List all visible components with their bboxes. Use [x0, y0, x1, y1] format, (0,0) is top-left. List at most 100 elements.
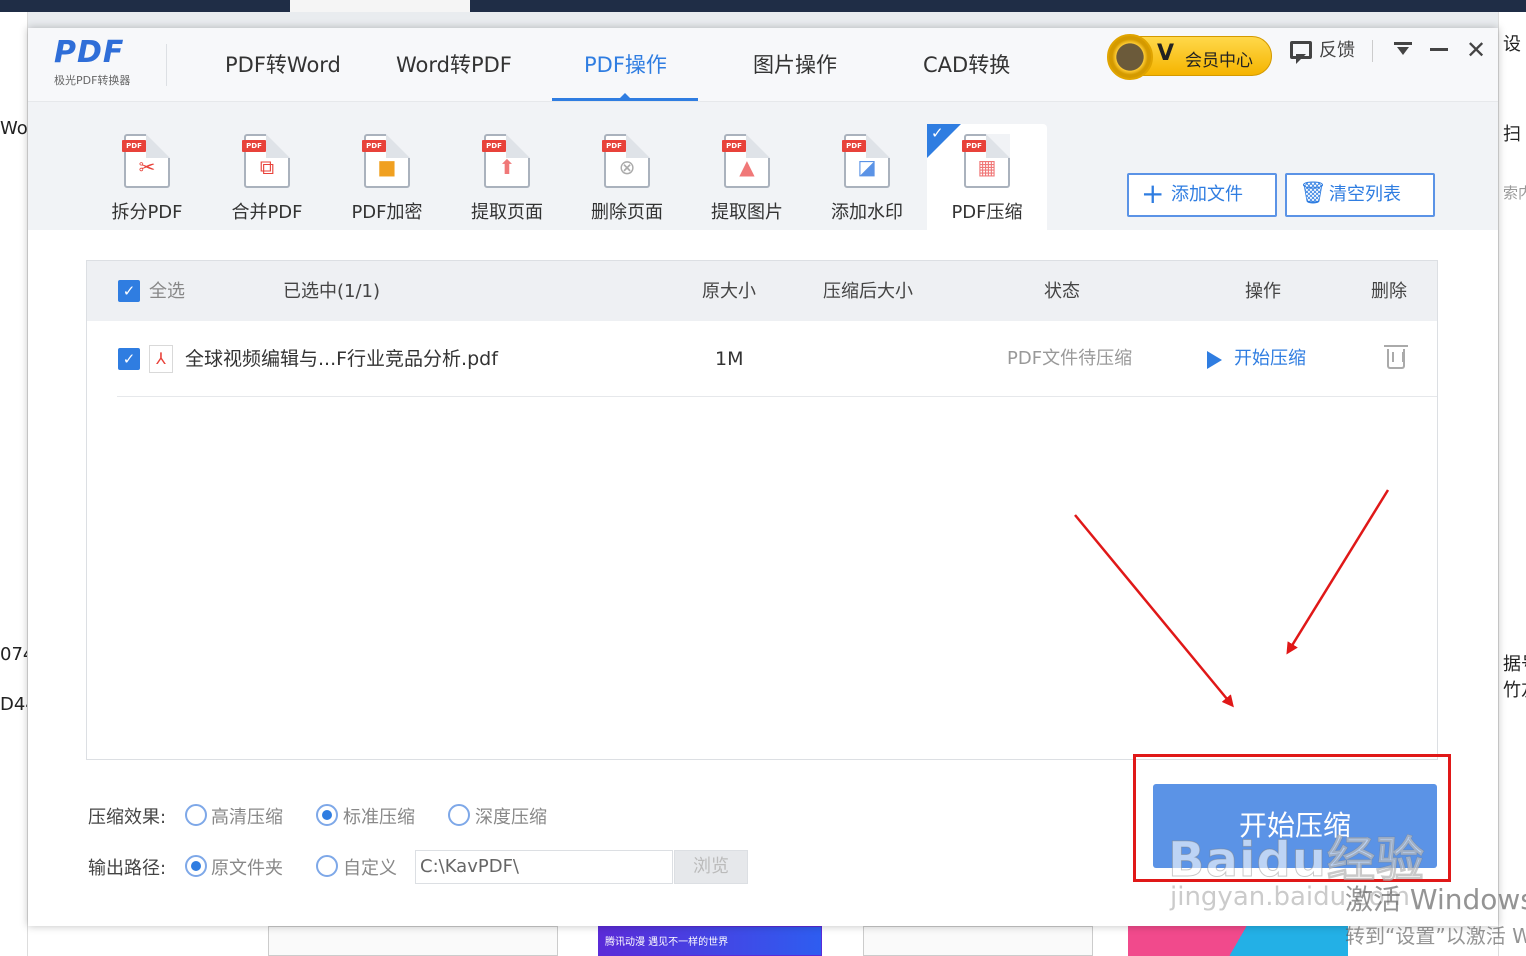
dropdown-menu-icon[interactable]: [1394, 42, 1412, 56]
divider: [1372, 40, 1373, 62]
tool-label: 添加水印: [831, 202, 903, 223]
file-list-panel: ✓ 全选 已选中(1/1) 原大小 压缩后大小 状态 操作 删除 ✓ ⅄ 全球视…: [86, 260, 1438, 760]
close-icon[interactable]: ✕: [1466, 38, 1486, 62]
feedback-icon[interactable]: [1290, 41, 1312, 64]
tool-label: 合并PDF: [231, 202, 303, 223]
background-thumbnail: [1128, 926, 1348, 956]
nav-tab-pdf-operations[interactable]: PDF操作: [584, 28, 667, 102]
logo-text: PDF: [54, 35, 125, 70]
divider: [117, 396, 1437, 397]
background-taskbar: [0, 0, 1526, 12]
output-path-input[interactable]: C:\KavPDF\: [415, 850, 673, 884]
header-bar: PDF 极光PDF转换器 PDF转Word Word转PDF PDF操作 图片操…: [28, 28, 1498, 102]
row-checkbox[interactable]: ✓: [118, 348, 140, 370]
tool-label: PDF加密: [351, 202, 423, 223]
divider: [166, 44, 167, 86]
tool-merge-pdf[interactable]: PDF ⧉ 合并PDF: [207, 124, 327, 230]
background-browser-tab: [290, 0, 470, 12]
file-status: PDF文件待压缩: [1007, 348, 1133, 369]
background-thumbnails: 腾讯动漫 遇见不一样的世界: [28, 926, 1498, 956]
nav-tab-cad-conversion[interactable]: CAD转换: [923, 28, 1010, 102]
column-original-size: 原大小: [702, 281, 756, 302]
background-text: 设: [1503, 34, 1521, 55]
radio-deep-compress[interactable]: [448, 804, 470, 826]
column-status: 状态: [1044, 281, 1080, 302]
table-row: ✓ ⅄ 全球视频编辑与...F行业竞品分析.pdf 1M PDF文件待压缩 开始…: [87, 321, 1437, 397]
split-pdf-icon: PDF ✂: [122, 134, 170, 188]
vip-center-label: 会员中心: [1185, 51, 1253, 71]
tool-delete-pages[interactable]: PDF ⊗ 删除页面: [567, 124, 687, 230]
merge-pdf-icon: PDF ⧉: [242, 134, 290, 188]
highlight-box: [1133, 754, 1451, 882]
column-compressed-size: 压缩后大小: [823, 281, 913, 302]
windows-activation-hint: 转到“设置”以激活 W: [1345, 924, 1526, 948]
output-path-label: 输出路径:: [88, 858, 167, 879]
radio-original-folder[interactable]: [185, 855, 207, 877]
nav-tab-word-to-pdf[interactable]: Word转PDF: [396, 28, 512, 102]
tool-extract-images[interactable]: PDF ▲ 提取图片: [687, 124, 807, 230]
add-file-label: 添加文件: [1171, 184, 1243, 205]
extract-page-icon: PDF ⬆: [482, 134, 530, 188]
windows-activation-title: 激活 Windows: [1345, 883, 1526, 916]
background-text: 扫: [1503, 124, 1521, 145]
background-text: 074: [0, 644, 27, 665]
extract-image-icon: PDF ▲: [722, 134, 770, 188]
trash-icon: 🗑: [1299, 181, 1327, 206]
select-all-checkbox[interactable]: ✓: [118, 280, 140, 302]
delete-row-icon[interactable]: [1384, 345, 1408, 369]
tool-label: 删除页面: [591, 202, 663, 223]
radio-label[interactable]: 深度压缩: [475, 803, 547, 829]
app-window: PDF 极光PDF转换器 PDF转Word Word转PDF PDF操作 图片操…: [28, 28, 1498, 926]
radio-standard-compress[interactable]: [316, 804, 338, 826]
plus-icon: +: [1141, 177, 1165, 210]
background-thumbnail: [863, 926, 1093, 956]
background-text: 竹友: [1503, 680, 1526, 701]
play-icon[interactable]: [1207, 351, 1222, 369]
vip-badge-icon: V: [1157, 41, 1175, 66]
pdf-file-icon: ⅄: [149, 345, 173, 373]
tool-encrypt-pdf[interactable]: PDF ■ PDF加密: [327, 124, 447, 230]
tool-compress-pdf[interactable]: PDF▦ PDF压缩: [927, 124, 1047, 230]
nav-tab-pdf-to-word[interactable]: PDF转Word: [225, 28, 341, 102]
select-all-label[interactable]: 全选: [149, 261, 185, 323]
avatar: [1107, 34, 1153, 80]
background-text: 索内: [1503, 184, 1526, 202]
radio-hd-compress[interactable]: [185, 804, 207, 826]
radio-label[interactable]: 高清压缩: [211, 803, 283, 829]
column-delete: 删除: [1371, 281, 1407, 302]
logo-subtitle: 极光PDF转换器: [54, 74, 131, 87]
background-thumbnail: 腾讯动漫 遇见不一样的世界: [598, 926, 822, 956]
background-text: 据号: [1503, 654, 1526, 675]
background-text: Word: [0, 118, 28, 139]
table-header: ✓ 全选 已选中(1/1) 原大小 压缩后大小 状态 操作 删除: [87, 261, 1437, 321]
vip-center-button[interactable]: V 会员中心: [1107, 34, 1272, 80]
add-file-button[interactable]: + 添加文件: [1127, 173, 1277, 217]
column-action: 操作: [1245, 281, 1281, 302]
tool-label: 拆分PDF: [111, 202, 183, 223]
tool-label: 提取图片: [711, 202, 783, 223]
delete-page-icon: PDF ⊗: [602, 134, 650, 188]
feedback-button[interactable]: 反馈: [1319, 36, 1355, 62]
radio-label[interactable]: 原文件夹: [211, 854, 283, 880]
tool-extract-pages[interactable]: PDF ⬆ 提取页面: [447, 124, 567, 230]
tool-label: PDF压缩: [951, 202, 1023, 223]
tool-split-pdf[interactable]: PDF ✂ 拆分PDF: [87, 124, 207, 230]
clear-list-button[interactable]: 🗑 清空列表: [1285, 173, 1435, 217]
original-size: 1M: [715, 348, 744, 370]
watermark-icon: PDF ◪: [842, 134, 890, 188]
nav-active-indicator: [552, 93, 698, 101]
pdf-tools-toolbar: PDF ✂ 拆分PDF PDF ⧉ 合并PDF PDF ■ PDF加密 PDF ⬆ 提取…: [28, 102, 1498, 230]
radio-label[interactable]: 标准压缩: [343, 803, 415, 829]
background-right-window: 设 扫 索内 据号 竹友: [1498, 12, 1526, 956]
background-text: D44: [0, 694, 27, 715]
minimize-icon[interactable]: [1430, 48, 1448, 51]
background-thumbnail: [268, 926, 558, 956]
browse-button[interactable]: 浏览: [674, 850, 748, 884]
lock-pdf-icon: PDF ■: [362, 134, 410, 188]
clear-list-label: 清空列表: [1329, 184, 1401, 205]
nav-tab-image-operations[interactable]: 图片操作: [753, 28, 837, 102]
row-start-compress-link[interactable]: 开始压缩: [1234, 321, 1306, 397]
radio-custom-folder[interactable]: [316, 855, 338, 877]
tool-add-watermark[interactable]: PDF ◪ 添加水印: [807, 124, 927, 230]
radio-label[interactable]: 自定义: [343, 854, 397, 880]
